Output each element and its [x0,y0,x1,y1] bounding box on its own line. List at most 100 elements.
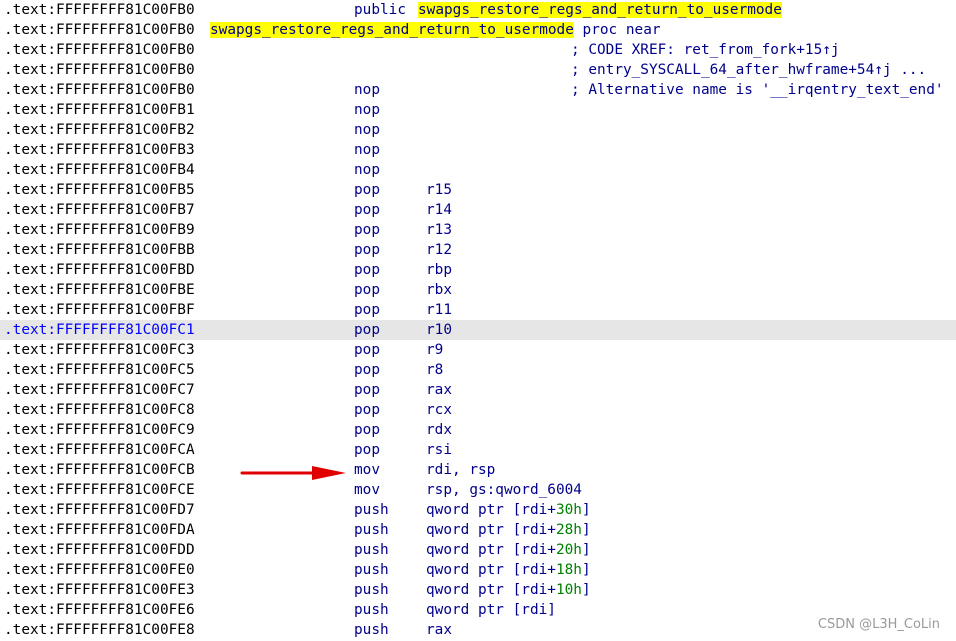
mnemonic: push [354,502,389,518]
mnemonic: mov [354,482,380,498]
code-xref-comment[interactable]: ; CODE XREF: ret_from_fork+15↑j [571,40,840,60]
instruction-row[interactable]: .text:FFFFFFFF81C00FB5 pop r15 [0,180,956,200]
instruction-row[interactable]: .text:FFFFFFFF81C00FE3 push qword ptr [rdi… [0,580,956,600]
operands[interactable]: r8 [426,360,443,380]
operands[interactable]: qword ptr [rdi] [426,600,556,620]
alternative-name-comment: ; Alternative name is '__irqentry_text_e… [571,82,944,98]
operands[interactable]: r12 [426,240,452,260]
mnemonic: push [354,522,389,538]
code-xref-comment[interactable]: ; entry_SYSCALL_64_after_hwframe+54↑j ..… [571,60,926,80]
instruction-row[interactable]: .text:FFFFFFFF81C00FB1 nop [0,100,956,120]
mnemonic: push [354,602,389,618]
mnemonic: push [354,562,389,578]
instruction-row[interactable]: .text:FFFFFFFF81C00FCE mov rsp, gs:qword_6… [0,480,956,500]
function-symbol[interactable]: swapgs_restore_regs_and_return_to_usermo… [418,2,782,18]
xref-comment-row[interactable]: .text:FFFFFFFF81C00FB0 ; CODE XREF: ret_… [0,40,956,60]
address: .text:FFFFFFFF81C00FB0 [4,2,195,18]
instruction-row[interactable]: .text:FFFFFFFF81C00FB9 pop r13 [0,220,956,240]
address: .text:FFFFFFFF81C00FE6 [4,602,195,618]
address: .text:FFFFFFFF81C00FCB [4,462,195,478]
instruction-row[interactable]: .text:FFFFFFFF81C00FD7 push qword ptr [rdi… [0,500,956,520]
operands[interactable]: qword ptr [rdi+20h] [426,540,591,560]
operands[interactable]: rdi, rsp [426,460,495,480]
address: .text:FFFFFFFF81C00FB0 [4,22,195,38]
address: .text:FFFFFFFF81C00FBD [4,262,195,278]
operand-text: rdx [426,422,452,438]
operands[interactable]: rbx [426,280,452,300]
operands[interactable]: r13 [426,220,452,240]
mnemonic: nop [354,82,380,98]
mnemonic: pop [354,262,380,278]
operand-text: qword ptr [rdi+ [426,542,556,558]
operand-text: rbp [426,262,452,278]
operands[interactable]: rsp, gs:qword_6004 [426,480,582,500]
instruction-row[interactable]: .text:FFFFFFFF81C00FBF pop r11 [0,300,956,320]
operands[interactable]: r9 [426,340,443,360]
operands[interactable]: r10 [426,320,452,340]
instruction-row[interactable]: .text:FFFFFFFF81C00FE8 push rax [0,620,956,640]
operands[interactable]: rdx [426,420,452,440]
operand-text: r14 [426,202,452,218]
instruction-row[interactable]: .text:FFFFFFFF81C00FCB mov rdi, rsp [0,460,956,480]
instruction-row[interactable]: .text:FFFFFFFF81C00FDA push qword ptr [rdi… [0,520,956,540]
instruction-row-selected[interactable]: .text:FFFFFFFF81C00FC1 pop r10 [0,320,956,340]
operands[interactable]: r15 [426,180,452,200]
instruction-row[interactable]: .text:FFFFFFFF81C00FE6 push qword ptr [rdi… [0,600,956,620]
operands[interactable]: qword ptr [rdi+18h] [426,560,591,580]
instruction-row[interactable]: .text:FFFFFFFF81C00FCA pop rsi [0,440,956,460]
instruction-row[interactable]: .text:FFFFFFFF81C00FC5 pop r8 [0,360,956,380]
instruction-row[interactable]: .text:FFFFFFFF81C00FB7 pop r14 [0,200,956,220]
operands[interactable]: qword ptr [rdi+30h] [426,500,591,520]
address: .text:FFFFFFFF81C00FB4 [4,162,195,178]
public-declaration-row[interactable]: .text:FFFFFFFF81C00FB0 public swapgs_res… [0,0,956,20]
instruction-row[interactable]: .text:FFFFFFFF81C00FBB pop r12 [0,240,956,260]
address: .text:FFFFFFFF81C00FB2 [4,122,195,138]
operand-text: ] [581,502,591,518]
public-keyword: public [354,2,406,18]
operands[interactable]: rcx [426,400,452,420]
operands[interactable]: qword ptr [rdi+28h] [426,520,591,540]
address: .text:FFFFFFFF81C00FB9 [4,222,195,238]
operand-text: rsp, gs:qword_6004 [426,482,582,498]
instruction-row[interactable]: .text:FFFFFFFF81C00FC8 pop rcx [0,400,956,420]
address: .text:FFFFFFFF81C00FB7 [4,202,195,218]
instruction-row[interactable]: .text:FFFFFFFF81C00FC3 pop r9 [0,340,956,360]
mnemonic: pop [354,202,380,218]
instruction-row[interactable]: .text:FFFFFFFF81C00FB3 nop [0,140,956,160]
instruction-row[interactable]: .text:FFFFFFFF81C00FB0 nop ; Alternative… [0,80,956,100]
mnemonic: pop [354,402,380,418]
operands[interactable]: rax [426,620,452,640]
operand-text: r15 [426,182,452,198]
proc-label-row[interactable]: .text:FFFFFFFF81C00FB0 swapgs_restore_re… [0,20,956,40]
operands[interactable]: rsi [426,440,452,460]
disassembly-listing[interactable]: .text:FFFFFFFF81C00FB0 public swapgs_res… [0,0,956,640]
operand-text: rax [426,382,452,398]
operands[interactable]: qword ptr [rdi+10h] [426,580,591,600]
operand-text: r9 [426,342,444,358]
instruction-row[interactable]: .text:FFFFFFFF81C00FB2 nop [0,120,956,140]
instruction-row[interactable]: .text:FFFFFFFF81C00FDD push qword ptr [rdi… [0,540,956,560]
address: .text:FFFFFFFF81C00FE8 [4,622,195,638]
xref-comment-row[interactable]: .text:FFFFFFFF81C00FB0 ; entry_SYSCALL_6… [0,60,956,80]
operands[interactable]: rax [426,380,452,400]
operands[interactable]: rbp [426,260,452,280]
offset-number: 30h [555,502,582,518]
instruction-row[interactable]: .text:FFFFFFFF81C00FBE pop rbx [0,280,956,300]
operands[interactable]: r11 [426,300,452,320]
mnemonic: pop [354,362,380,378]
address: .text:FFFFFFFF81C00FB0 [4,82,195,98]
address: .text:FFFFFFFF81C00FBF [4,302,195,318]
address: .text:FFFFFFFF81C00FC5 [4,362,195,378]
instruction-row[interactable]: .text:FFFFFFFF81C00FC9 pop rdx [0,420,956,440]
instruction-row[interactable]: .text:FFFFFFFF81C00FE0 push qword ptr [rdi… [0,560,956,580]
mnemonic: pop [354,302,380,318]
operand-text: rax [426,622,452,638]
mnemonic: pop [354,422,380,438]
instruction-row[interactable]: .text:FFFFFFFF81C00FB4 nop [0,160,956,180]
operand-text: ] [581,562,591,578]
function-label[interactable]: swapgs_restore_regs_and_return_to_usermo… [210,22,574,38]
instruction-row[interactable]: .text:FFFFFFFF81C00FBD pop rbp [0,260,956,280]
operands[interactable]: r14 [426,200,452,220]
offset-number: 28h [555,522,582,538]
instruction-row[interactable]: .text:FFFFFFFF81C00FC7 pop rax [0,380,956,400]
